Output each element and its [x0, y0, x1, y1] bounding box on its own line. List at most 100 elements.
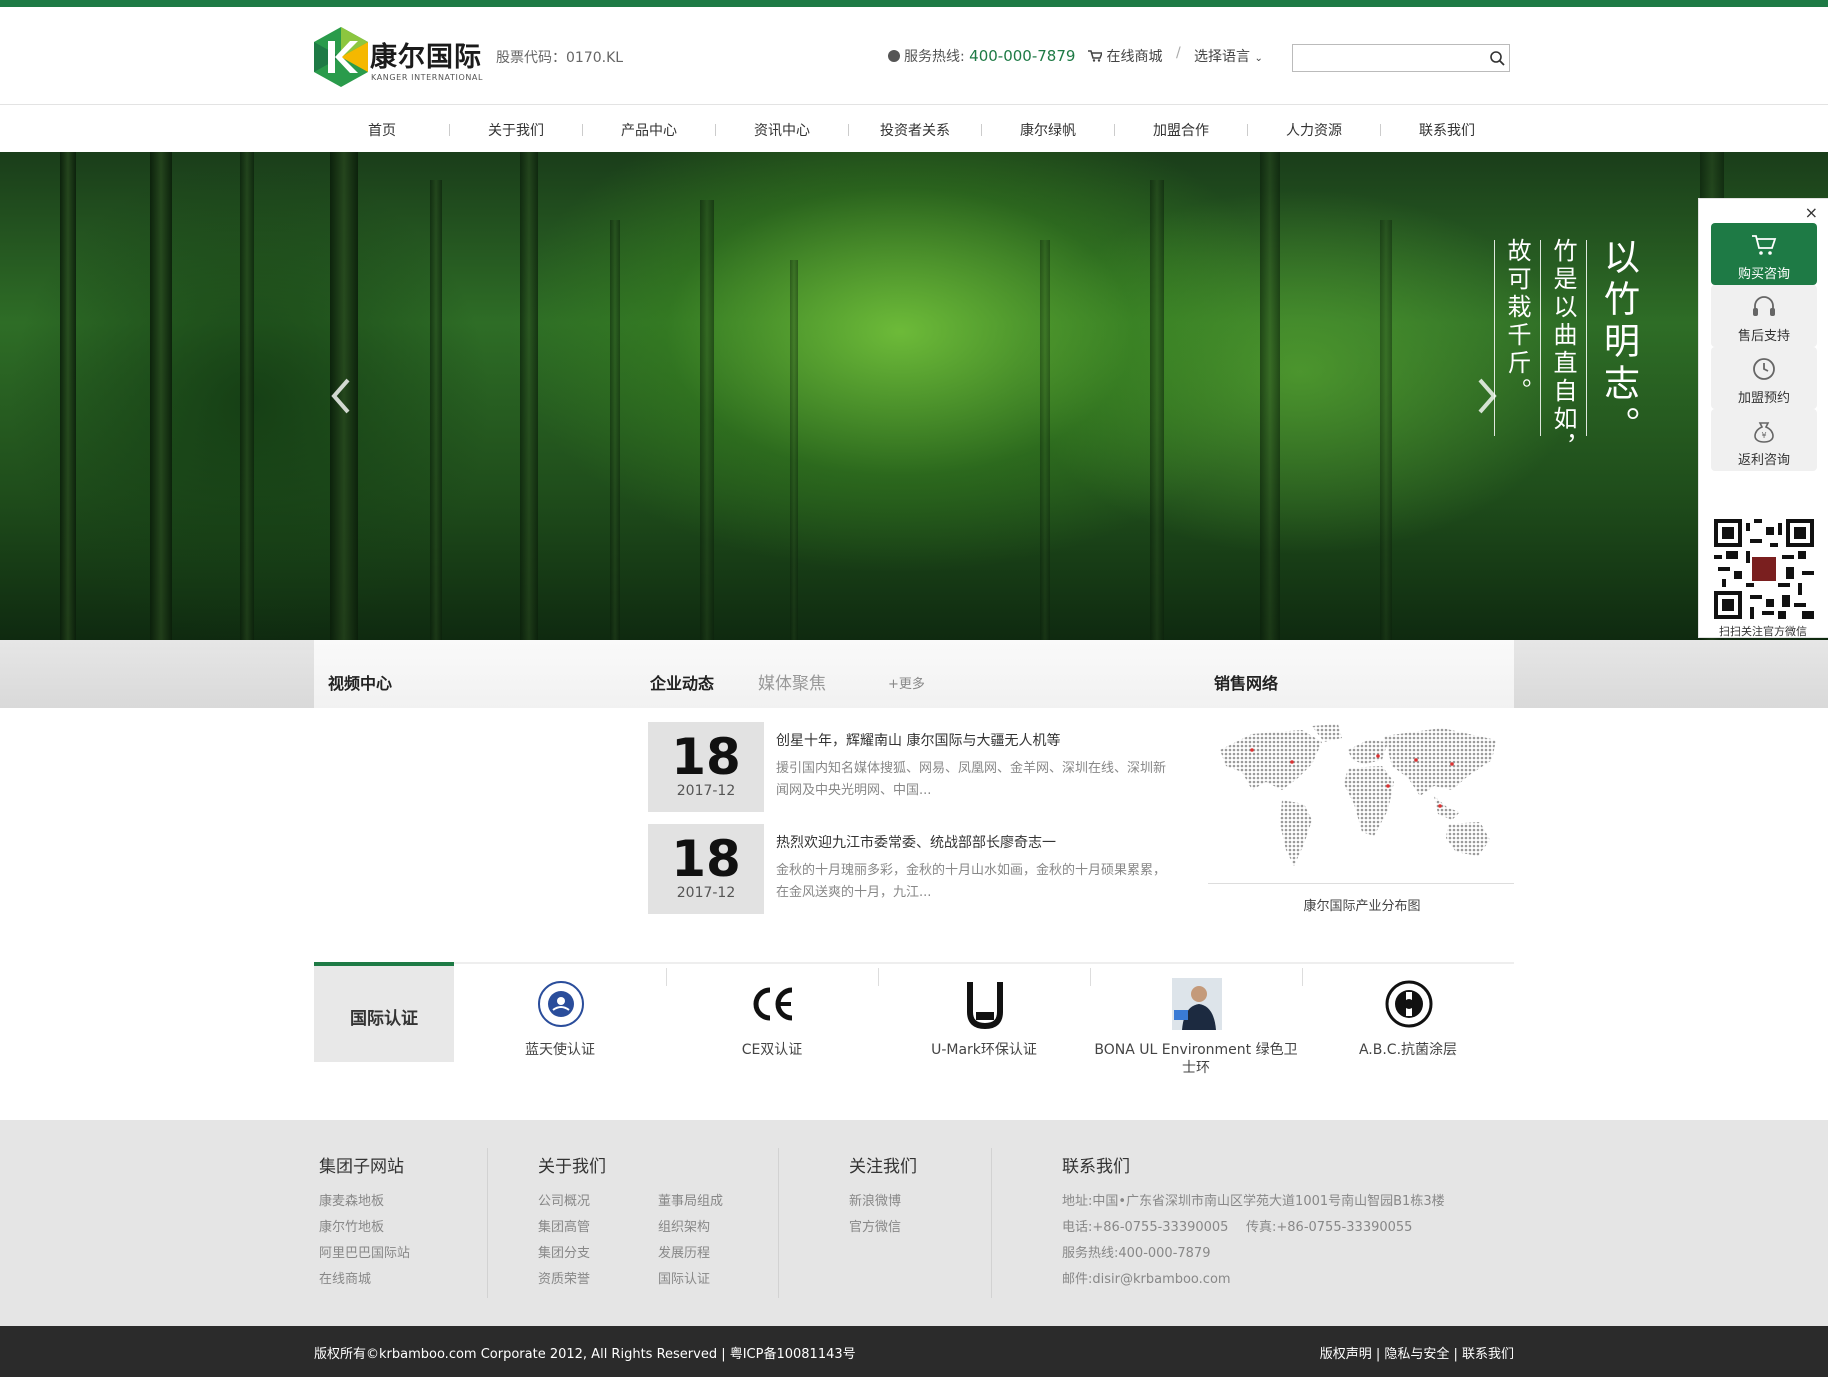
nav-divider	[715, 124, 716, 136]
bamboo-stalk	[790, 260, 798, 640]
nav-divider	[582, 124, 583, 136]
sales-network-title: 销售网络	[1214, 674, 1279, 693]
carousel-next-icon[interactable]	[1472, 374, 1502, 418]
news-day: 18	[671, 728, 741, 786]
bamboo-stalk	[520, 152, 538, 640]
phone-icon	[888, 50, 900, 62]
footer-follow-title: 关注我们	[849, 1157, 917, 1177]
footer-link[interactable]: 国际认证	[658, 1268, 710, 1287]
bamboo-stalk	[150, 152, 172, 640]
footer-link[interactable]: 集团高管	[538, 1216, 590, 1235]
bamboo-stalk	[1260, 152, 1280, 640]
footer-about-title: 关于我们	[538, 1157, 606, 1177]
nav-investors[interactable]: 投资者关系	[865, 120, 965, 140]
world-distribution-map[interactable]	[1212, 720, 1502, 870]
nav-hr[interactable]: 人力资源	[1264, 120, 1364, 140]
video-more-link[interactable]: +更多	[888, 673, 925, 692]
footer-service-line: 服务热线:400-000-7879	[1062, 1246, 1211, 1261]
bamboo-stalk	[430, 180, 442, 640]
cert-abc-antibacterial[interactable]: A.B.C.抗菌涂层	[1302, 962, 1514, 1082]
news-summary: 金秋的十月瑰丽多彩，金秋的十月山水如画，金秋的十月硕果累累，在金风送爽的十月，九…	[776, 863, 1167, 900]
footer-contact-title: 联系我们	[1062, 1157, 1130, 1177]
news-item[interactable]: 18 2017-12 创星十年，辉耀南山 康尔国际与大疆无人机等 援引国内知名媒…	[648, 722, 1168, 814]
footer-link[interactable]: 资质荣誉	[538, 1268, 590, 1287]
search-box[interactable]	[1292, 44, 1510, 72]
search-input[interactable]	[1293, 45, 1473, 71]
footer-divider	[778, 1148, 779, 1298]
footer-phone: 电话:+86-0755-33390005	[1062, 1220, 1229, 1235]
nav-franchise[interactable]: 加盟合作	[1131, 120, 1231, 140]
close-icon[interactable]: ×	[1805, 203, 1818, 222]
online-mall-link[interactable]: 在线商城	[1088, 46, 1162, 66]
wechat-qr-code	[1714, 519, 1814, 619]
footer-link[interactable]: 发展历程	[658, 1242, 710, 1261]
cert-blue-angel[interactable]: 蓝天使认证	[454, 962, 666, 1082]
nav-divider	[449, 124, 450, 136]
logo-chinese-name: 康尔国际	[370, 42, 482, 73]
footer-email[interactable]: 邮件:disir@krbamboo.com	[1062, 1268, 1231, 1287]
footer-link[interactable]: 集团分支	[538, 1242, 590, 1261]
company-logo[interactable]: 康尔国际 KANGER INTERNATIONAL	[314, 27, 484, 91]
footer-link[interactable]: 组织架构	[658, 1216, 710, 1235]
nav-about[interactable]: 关于我们	[466, 120, 566, 140]
nav-divider	[1114, 124, 1115, 136]
header-separator: /	[1176, 45, 1181, 61]
copyright-bar: 版权所有©krbamboo.com Corporate 2012, All Ri…	[0, 1326, 1828, 1377]
after-sales-button[interactable]: 售后支持	[1711, 285, 1817, 347]
news-day: 18	[671, 830, 741, 888]
language-select[interactable]: 选择语言 ⌄	[1194, 46, 1263, 66]
news-item[interactable]: 18 2017-12 热烈欢迎九江市委常委、统战部部长廖奇志一 金秋的十月瑰丽多…	[648, 824, 1168, 916]
legal-links[interactable]: 版权声明 | 隐私与安全 | 联系我们	[1320, 1343, 1514, 1362]
nav-green-sail[interactable]: 康尔绿帆	[998, 120, 1098, 140]
u-mark-logo-icon	[967, 982, 1003, 1030]
purchase-consult-button[interactable]: 购买咨询	[1711, 223, 1817, 285]
footer-link[interactable]: 新浪微博	[849, 1190, 901, 1209]
franchise-booking-label: 加盟预约	[1737, 391, 1790, 406]
franchise-booking-button[interactable]: 加盟预约	[1711, 347, 1817, 409]
service-hotline: 服务热线: 400-000-7879	[888, 46, 1075, 66]
nav-divider	[848, 124, 849, 136]
after-sales-label: 售后支持	[1737, 329, 1790, 344]
footer-link[interactable]: 在线商城	[319, 1268, 371, 1287]
nav-products[interactable]: 产品中心	[599, 120, 699, 140]
hero-banner[interactable]: 以竹明志。 竹是以曲直自如， 故可栽千斤。	[0, 152, 1828, 640]
rebate-consult-button[interactable]: ¥ 返利咨询	[1711, 409, 1817, 471]
footer-subsites-title: 集团子网站	[319, 1157, 404, 1177]
footer-divider	[487, 1148, 488, 1298]
cert-label: A.B.C.抗菌涂层	[1358, 1042, 1458, 1058]
cert-ce[interactable]: CE双认证	[666, 962, 878, 1082]
map-caption: 康尔国际产业分布图	[1303, 899, 1421, 914]
news-title[interactable]: 创星十年，辉耀南山 康尔国际与大疆无人机等	[776, 730, 1060, 750]
hotline-number: 400-000-7879	[969, 47, 1076, 65]
cert-bona-ul[interactable]: BONA UL Environment 绿色卫士环	[1090, 962, 1302, 1082]
cert-u-mark[interactable]: U-Mark环保认证	[878, 962, 1090, 1082]
cert-label: U-Mark环保认证	[931, 1042, 1037, 1058]
nav-news[interactable]: 资讯中心	[732, 120, 832, 140]
tab-media-focus[interactable]: 媒体聚焦	[758, 669, 826, 694]
nav-home[interactable]: 首页	[332, 120, 432, 140]
footer-link[interactable]: 董事局组成	[658, 1190, 723, 1209]
bamboo-stalk	[1150, 180, 1164, 640]
footer-link[interactable]: 阿里巴巴国际站	[319, 1242, 410, 1261]
tab-company-news[interactable]: 企业动态	[650, 670, 714, 694]
nav-contact[interactable]: 联系我们	[1397, 120, 1497, 140]
bamboo-stalk	[1040, 240, 1050, 640]
news-title[interactable]: 热烈欢迎九江市委常委、统战部部长廖奇志一	[776, 832, 1056, 852]
poem-divider	[1586, 240, 1587, 436]
poem-divider	[1540, 240, 1541, 436]
logo-hexagon-icon	[314, 27, 368, 87]
certification-tab[interactable]: 国际认证	[314, 962, 454, 1062]
footer-link[interactable]: 康麦森地板	[319, 1190, 384, 1209]
moneybag-icon: ¥	[1754, 422, 1774, 443]
search-icon[interactable]	[1489, 50, 1505, 66]
footer-link[interactable]: 官方微信	[849, 1216, 901, 1235]
footer-divider	[991, 1148, 992, 1298]
banner-poem-line-3: 故可栽千斤。	[1503, 238, 1531, 406]
poem-divider	[1494, 240, 1495, 436]
news-year-month: 2017-12	[676, 783, 736, 799]
footer-link[interactable]: 康尔竹地板	[319, 1216, 384, 1235]
footer-link[interactable]: 公司概况	[538, 1190, 590, 1209]
top-accent-bar	[0, 0, 1828, 7]
chevron-down-icon: ⌄	[1254, 53, 1263, 64]
carousel-prev-icon[interactable]	[326, 374, 356, 418]
